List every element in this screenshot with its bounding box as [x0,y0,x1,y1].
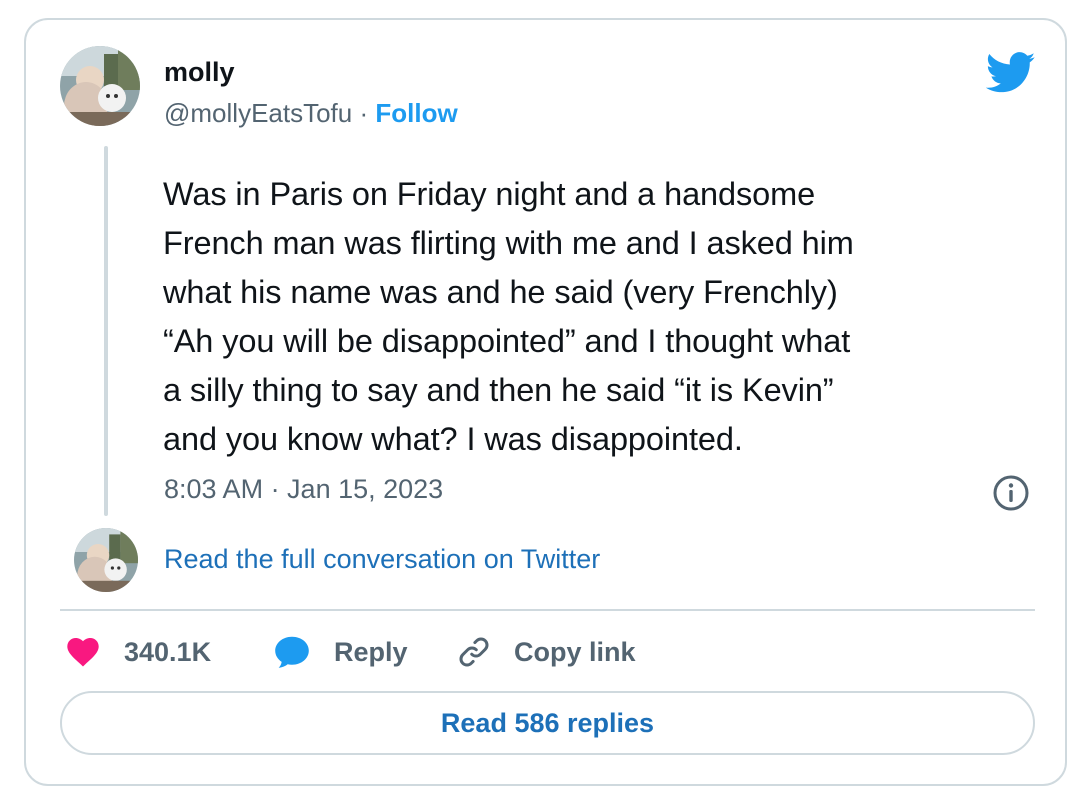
conversation-avatar[interactable] [74,528,138,592]
handle-separator: · [359,98,369,128]
likes-count: 340.1K [124,636,212,667]
twitter-bird-icon[interactable] [985,52,1036,94]
follow-link[interactable]: Follow [375,98,457,128]
read-full-conversation-link[interactable]: Read the full conversation on Twitter [164,544,600,575]
like-button[interactable]: 340.1K [66,632,211,672]
thread-line [104,146,108,516]
copy-link-button[interactable]: Copy link [456,632,636,672]
speech-bubble-icon [274,635,310,669]
tweet-text: Was in Paris on Friday night and a hands… [163,176,854,457]
copy-link-label: Copy link [514,636,636,667]
author-handle[interactable]: @mollyEatsTofu [164,98,352,128]
link-icon [456,634,492,670]
reply-label: Reply [334,636,408,667]
author-handle-row: @mollyEatsTofu · Follow [164,98,458,129]
info-icon[interactable] [992,474,1030,512]
author-name[interactable]: molly [164,57,235,88]
heart-icon [66,637,100,667]
divider [60,609,1035,611]
read-replies-button[interactable]: Read 586 replies [60,691,1035,755]
tweet-timestamp[interactable]: 8:03 AM · Jan 15, 2023 [164,474,443,505]
author-avatar[interactable] [60,46,140,126]
embedded-tweet-card: molly @mollyEatsTofu · Follow Was in Par… [24,18,1067,786]
reply-button[interactable]: Reply [274,632,408,672]
